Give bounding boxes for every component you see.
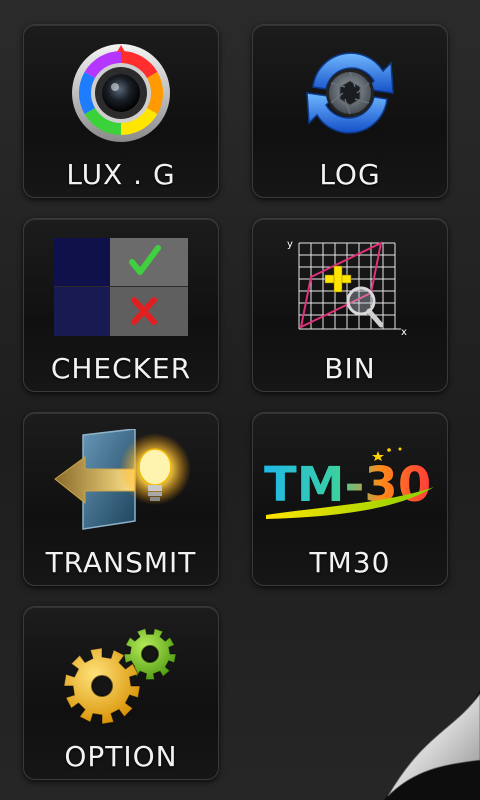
lux-g-label: LUX . G — [66, 158, 176, 191]
sync-camera-icon — [253, 33, 447, 153]
option-label: OPTION — [64, 740, 178, 773]
color-wheel-camera-icon — [24, 33, 218, 153]
bin-label: BIN — [324, 352, 376, 385]
checker-button[interactable]: CHECKER — [23, 218, 219, 392]
bin-chart-icon: y x — [253, 227, 447, 347]
checker-icon — [24, 227, 218, 347]
log-label: LOG — [319, 158, 381, 191]
transmit-label: TRANSMIT — [45, 546, 197, 579]
transmit-bulb-icon — [24, 421, 218, 541]
option-button[interactable]: OPTION — [23, 606, 219, 780]
tm30-button[interactable]: TM-30 TM30 — [252, 412, 448, 586]
lux-g-button[interactable]: LUX . G — [23, 24, 219, 198]
page-curl-icon — [384, 690, 480, 800]
tm30-label: TM30 — [309, 546, 391, 579]
bin-button[interactable]: y x BIN — [252, 218, 448, 392]
log-button[interactable]: LOG — [252, 24, 448, 198]
x-axis-label: x — [401, 327, 407, 338]
checker-label: CHECKER — [50, 352, 192, 385]
y-axis-label: y — [287, 239, 293, 250]
tm30-logo-text: TM-30 — [264, 457, 431, 513]
magnifier-icon — [346, 286, 384, 328]
transmit-button[interactable]: TRANSMIT — [23, 412, 219, 586]
gears-icon — [24, 615, 218, 735]
tm30-logo-icon: TM-30 — [253, 421, 447, 541]
